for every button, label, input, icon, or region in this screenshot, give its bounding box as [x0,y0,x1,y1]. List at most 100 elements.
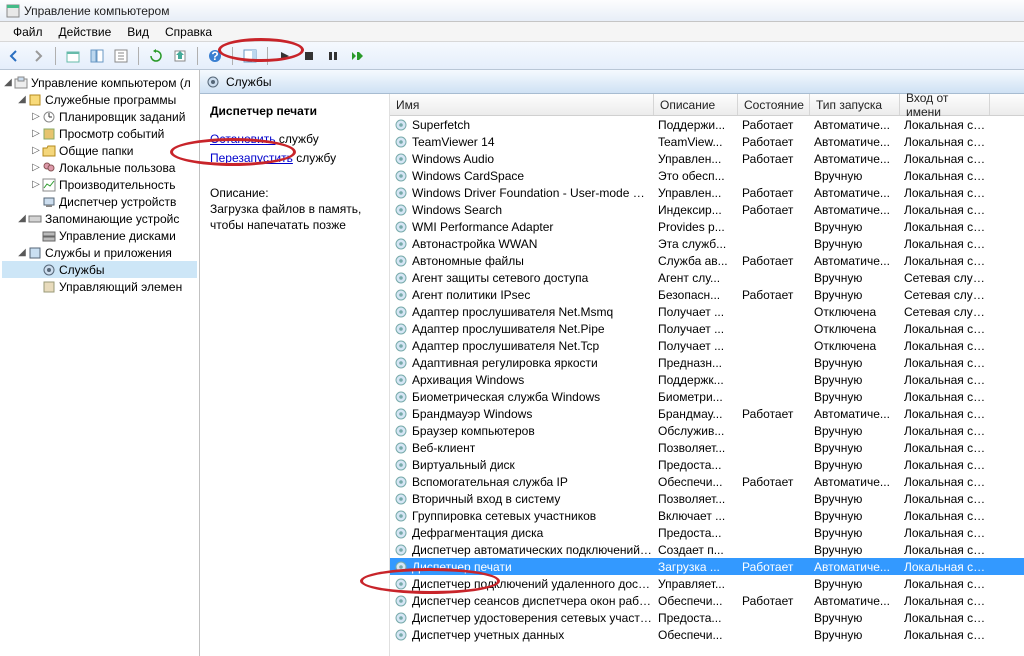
service-row[interactable]: Группировка сетевых участниковВключает .… [390,507,1024,524]
col-state[interactable]: Состояние [738,94,810,115]
service-logon: Локальная сис... [904,390,994,404]
service-row[interactable]: Windows Driver Foundation - User-mode Dr… [390,184,1024,201]
service-row[interactable]: Брандмауэр WindowsБрандмау...РаботаетАвт… [390,405,1024,422]
tree-label: Общие папки [59,144,133,158]
service-logon: Локальная слу... [904,322,994,336]
service-startup: Автоматиче... [814,254,904,268]
col-startup[interactable]: Тип запуска [810,94,900,115]
service-row[interactable]: Адаптер прослушивателя Net.MsmqПолучает … [390,303,1024,320]
service-row[interactable]: Диспетчер автоматических подключений уда… [390,541,1024,558]
service-row[interactable]: Веб-клиентПозволяет...ВручнуюЛокальная с… [390,439,1024,456]
service-row[interactable]: Адаптер прослушивателя Net.TcpПолучает .… [390,337,1024,354]
service-logon: Локальная слу... [904,407,994,421]
service-row[interactable]: SuperfetchПоддержи...РаботаетАвтоматиче.… [390,116,1024,133]
tree-device-manager[interactable]: Диспетчер устройств [2,193,197,210]
up-button[interactable] [63,46,83,66]
tree-system-tools[interactable]: ◢Служебные программы [2,91,197,108]
stop-service-link[interactable]: Остановить [210,132,276,146]
restart-service-link[interactable]: Перезапустить [210,151,293,165]
service-row[interactable]: Биометрическая служба WindowsБиометри...… [390,388,1024,405]
gear-icon [394,271,408,285]
tree-performance[interactable]: ▷Производительность [2,176,197,193]
service-name: Windows Search [412,203,658,217]
tree-services-apps[interactable]: ◢Службы и приложения [2,244,197,261]
restart-service-button[interactable] [347,46,367,66]
service-name: Биометрическая служба Windows [412,390,658,404]
service-row[interactable]: Адаптивная регулировка яркостиПредназн..… [390,354,1024,371]
tree-disk-management[interactable]: Управление дисками [2,227,197,244]
menu-view[interactable]: Вид [120,23,156,41]
tree-task-scheduler[interactable]: ▷Планировщик заданий [2,108,197,125]
tree-root[interactable]: ◢Управление компьютером (л [2,74,197,91]
service-row[interactable]: Вспомогательная служба IPОбеспечи...Рабо… [390,473,1024,490]
show-hide-tree-button[interactable] [87,46,107,66]
service-row[interactable]: Браузер компьютеровОбслужив...ВручнуюЛок… [390,422,1024,439]
action-pane-button[interactable] [240,46,260,66]
service-row[interactable]: Автономные файлыСлужба ав...РаботаетАвто… [390,252,1024,269]
service-row[interactable]: TeamViewer 14TeamView...РаботаетАвтомати… [390,133,1024,150]
pause-service-button[interactable] [323,46,343,66]
service-row[interactable]: Виртуальный дискПредоста...ВручнуюЛокаль… [390,456,1024,473]
tree-event-viewer[interactable]: ▷Просмотр событий [2,125,197,142]
service-row[interactable]: WMI Performance AdapterProvides p...Вруч… [390,218,1024,235]
properties-button[interactable] [111,46,131,66]
help-button[interactable]: ? [205,46,225,66]
service-logon: Локальная сис... [904,254,994,268]
service-row[interactable]: Диспетчер удостоверения сетевых участник… [390,609,1024,626]
service-logon: Локальная сис... [904,135,994,149]
service-row[interactable]: Windows CardSpaceЭто обесп...ВручнуюЛока… [390,167,1024,184]
service-desc: Обеспечи... [658,628,742,642]
service-name: Вспомогательная служба IP [412,475,658,489]
service-name: Диспетчер учетных данных [412,628,658,642]
menu-file[interactable]: Файл [6,23,50,41]
service-row[interactable]: Архивация WindowsПоддержк...ВручнуюЛокал… [390,371,1024,388]
gear-icon [394,526,408,540]
service-row[interactable]: Вторичный вход в системуПозволяет...Вруч… [390,490,1024,507]
stop-service-button[interactable] [299,46,319,66]
service-row[interactable]: Адаптер прослушивателя Net.PipeПолучает … [390,320,1024,337]
service-desc: Обеспечи... [658,475,742,489]
service-row[interactable]: Диспетчер сеансов диспетчера окон рабоче… [390,592,1024,609]
col-logon[interactable]: Вход от имени [900,94,990,115]
gear-icon [394,373,408,387]
menu-help[interactable]: Справка [158,23,219,41]
tree-local-users[interactable]: ▷Локальные пользова [2,159,197,176]
service-row[interactable]: Дефрагментация дискаПредоста...ВручнуюЛо… [390,524,1024,541]
service-row[interactable]: Агент защиты сетевого доступаАгент слу..… [390,269,1024,286]
detail-service-name: Диспетчер печати [210,104,379,118]
service-row[interactable]: Windows SearchИндексир...РаботаетАвтомат… [390,201,1024,218]
service-row[interactable]: Windows AudioУправлен...РаботаетАвтомати… [390,150,1024,167]
gear-icon [394,594,408,608]
menubar: Файл Действие Вид Справка [0,22,1024,42]
tree-storage[interactable]: ◢Запоминающие устройс [2,210,197,227]
tree-wmi-control[interactable]: Управляющий элемен [2,278,197,295]
service-row[interactable]: Диспетчер учетных данныхОбеспечи...Вручн… [390,626,1024,643]
console-tree[interactable]: ◢Управление компьютером (л ◢Служебные пр… [0,70,200,656]
service-desc: Это обесп... [658,169,742,183]
service-state: Работает [742,186,814,200]
gear-icon [394,424,408,438]
stop-suffix: службу [276,132,319,146]
service-state: Работает [742,135,814,149]
forward-button[interactable] [28,46,48,66]
refresh-button[interactable] [146,46,166,66]
col-description[interactable]: Описание [654,94,738,115]
menu-action[interactable]: Действие [52,23,119,41]
service-row[interactable]: Автонастройка WWANЭта служб...ВручнуюЛок… [390,235,1024,252]
service-row[interactable]: Агент политики IPsecБезопасн...РаботаетВ… [390,286,1024,303]
service-startup: Вручную [814,509,904,523]
service-name: Диспетчер сеансов диспетчера окон рабоче… [412,594,658,608]
col-name[interactable]: Имя [390,94,654,115]
export-button[interactable] [170,46,190,66]
service-desc: Предназн... [658,356,742,370]
gear-icon [394,390,408,404]
services-list: Имя Описание Состояние Тип запуска Вход … [390,94,1024,656]
tree-services[interactable]: Службы [2,261,197,278]
gear-icon [394,322,408,336]
start-service-button[interactable] [275,46,295,66]
back-button[interactable] [4,46,24,66]
service-startup: Вручную [814,271,904,285]
tree-shared-folders[interactable]: ▷Общие папки [2,142,197,159]
service-row[interactable]: Диспетчер подключений удаленного доступа… [390,575,1024,592]
service-row[interactable]: Диспетчер печатиЗагрузка ...РаботаетАвто… [390,558,1024,575]
